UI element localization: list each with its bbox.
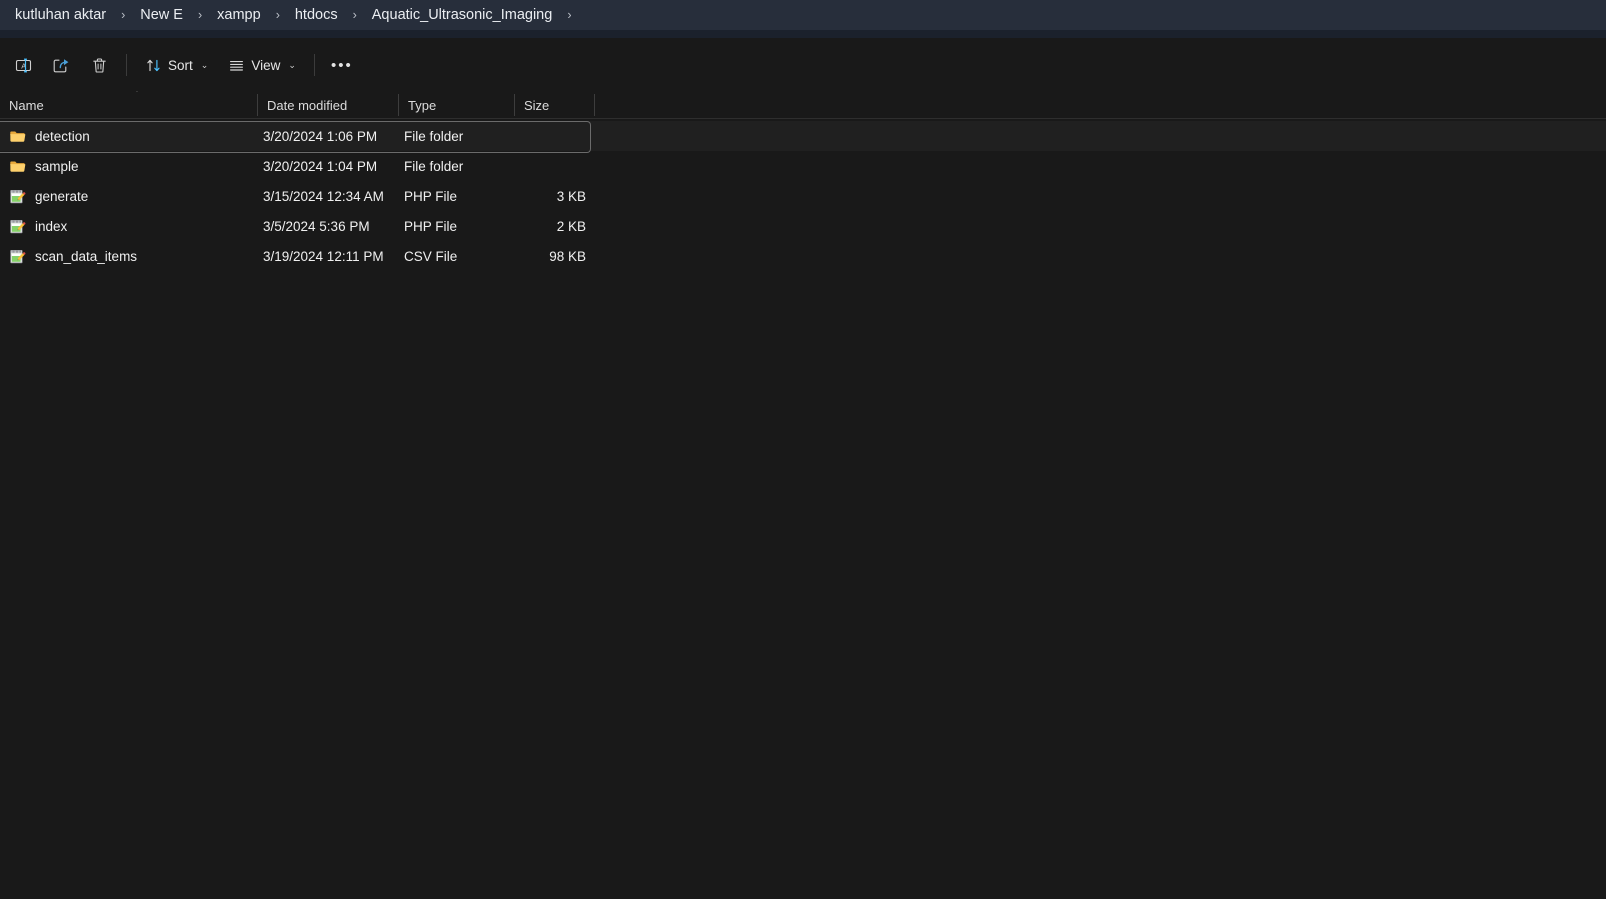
- file-type-cell: PHP File: [404, 188, 458, 204]
- file-name-label: sample: [35, 158, 79, 174]
- file-date-modified-cell: 3/5/2024 5:36 PM: [263, 218, 370, 234]
- file-name-cell: generate: [0, 188, 257, 205]
- breadcrumb-item-1[interactable]: New E: [134, 4, 189, 26]
- column-header-name-label: Name: [9, 97, 44, 113]
- ellipsis-icon: •••: [331, 56, 353, 74]
- column-header-size[interactable]: Size: [515, 92, 594, 118]
- file-name-label: detection: [35, 128, 90, 144]
- file-date-modified-cell: 3/15/2024 12:34 AM: [263, 188, 384, 204]
- folder-icon: [9, 128, 26, 145]
- column-header-date-modified-label: Date modified: [267, 97, 348, 113]
- file-date-modified-cell: 3/20/2024 1:06 PM: [263, 128, 378, 144]
- notepad-file-icon: [9, 188, 26, 205]
- breadcrumb-separator-icon: ›: [352, 8, 357, 22]
- sort-button[interactable]: Sort ⌄: [135, 48, 218, 82]
- toolbar-divider-1: [126, 54, 127, 76]
- view-button-label: View: [251, 57, 281, 73]
- notepad-file-icon: [9, 248, 26, 265]
- sort-button-label: Sort: [168, 57, 193, 73]
- trash-icon: [90, 56, 109, 75]
- file-name-cell: index: [0, 218, 257, 235]
- more-options-button[interactable]: •••: [323, 48, 361, 82]
- breadcrumb-item-3[interactable]: htdocs: [289, 4, 344, 26]
- table-row[interactable]: index 3/5/2024 5:36 PM PHP File 2 KB: [0, 211, 1606, 241]
- file-name-cell: detection: [0, 128, 257, 145]
- chevron-down-icon: ⌄: [288, 59, 296, 70]
- file-name-cell: scan_data_items: [0, 248, 257, 265]
- address-bar-underline: [0, 30, 1606, 38]
- file-name-label: generate: [35, 188, 89, 204]
- breadcrumb-item-4[interactable]: Aquatic_Ultrasonic_Imaging: [366, 4, 559, 26]
- share-icon: [52, 56, 71, 75]
- file-name-label: scan_data_items: [35, 248, 138, 264]
- share-button[interactable]: [42, 48, 80, 82]
- file-name-cell: sample: [0, 158, 257, 175]
- table-row[interactable]: scan_data_items 3/19/2024 12:11 PM CSV F…: [0, 241, 1606, 271]
- folder-icon: [9, 158, 26, 175]
- view-button[interactable]: View ⌄: [218, 48, 306, 82]
- column-header-rule: [0, 118, 1606, 119]
- table-row[interactable]: detection 3/20/2024 1:06 PM File folder: [0, 121, 1606, 153]
- file-type-cell: CSV File: [404, 248, 458, 264]
- column-header-type[interactable]: Type: [399, 92, 514, 118]
- column-header-row: Name Date modified Type Size: [0, 92, 1606, 118]
- rename-icon: A: [14, 56, 33, 75]
- breadcrumb-lead-chevron-icon: ›: [0, 8, 9, 23]
- view-lines-icon: [228, 57, 245, 74]
- address-bar[interactable]: › kutluhan aktar › New E › xampp › htdoc…: [0, 0, 1606, 30]
- breadcrumb-separator-icon: ›: [121, 8, 126, 22]
- column-header-name[interactable]: Name: [0, 92, 257, 118]
- file-type-cell: File folder: [404, 128, 464, 144]
- file-list[interactable]: detection 3/20/2024 1:06 PM File folder …: [0, 121, 1606, 899]
- command-toolbar: A Sort ⌄ View ⌄ •••: [0, 38, 1606, 92]
- column-header-size-label: Size: [524, 97, 550, 113]
- sort-arrows-icon: [145, 57, 162, 74]
- rename-button[interactable]: A: [4, 48, 42, 82]
- column-header-date-modified[interactable]: Date modified: [258, 92, 398, 118]
- toolbar-divider-2: [313, 54, 315, 76]
- chevron-down-icon: ⌄: [200, 59, 209, 70]
- file-date-modified-cell: 3/19/2024 12:11 PM: [263, 248, 384, 264]
- table-row[interactable]: generate 3/15/2024 12:34 AM PHP File 3 K…: [0, 181, 1606, 211]
- breadcrumb-item-2[interactable]: xampp: [211, 4, 267, 26]
- file-name-label: index: [35, 218, 68, 234]
- breadcrumb-trailing-chevron-icon[interactable]: ›: [558, 8, 580, 22]
- column-divider-4[interactable]: [594, 94, 595, 116]
- table-row[interactable]: sample 3/20/2024 1:04 PM File folder: [0, 151, 1606, 181]
- delete-button[interactable]: [80, 48, 118, 82]
- breadcrumb-item-0[interactable]: kutluhan aktar: [9, 4, 112, 26]
- file-type-cell: File folder: [404, 158, 464, 174]
- file-size-cell: 3 KB: [556, 188, 586, 204]
- file-date-modified-cell: 3/20/2024 1:04 PM: [263, 158, 378, 174]
- breadcrumb-separator-icon: ›: [275, 8, 280, 22]
- column-header-type-label: Type: [408, 97, 437, 113]
- file-size-cell: 98 KB: [549, 248, 586, 264]
- breadcrumb-separator-icon: ›: [197, 8, 203, 22]
- notepad-file-icon: [9, 218, 26, 235]
- file-type-cell: PHP File: [404, 218, 458, 234]
- file-size-cell: 2 KB: [556, 218, 586, 234]
